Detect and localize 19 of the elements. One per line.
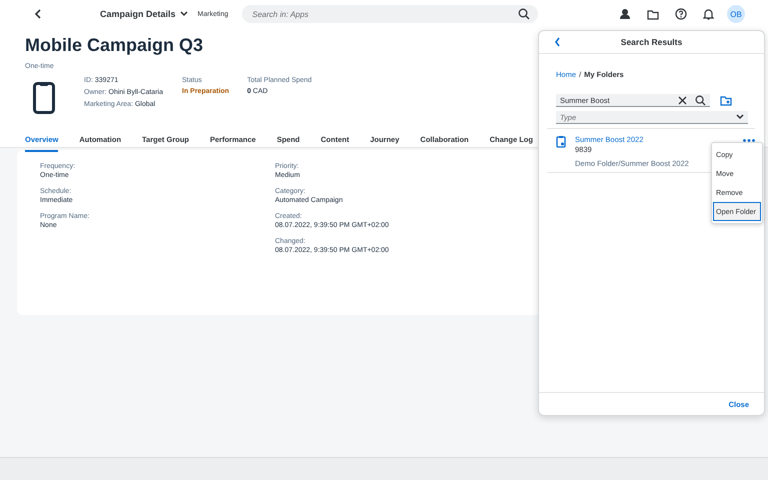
more-icon[interactable] [743,139,755,142]
user-avatar[interactable]: OB [727,5,745,23]
search-icon[interactable] [695,94,706,106]
new-folder-icon[interactable] [720,95,732,106]
help-icon[interactable] [675,8,687,20]
person-icon[interactable] [619,8,631,20]
folder-icon[interactable] [647,8,659,20]
phone-icon [33,82,55,114]
popover-title: Search Results [620,37,682,47]
page-title: Mobile Campaign Q3 [25,35,204,55]
search-icon[interactable] [518,8,530,20]
search-field[interactable]: Search in: Apps [242,5,538,23]
back-icon[interactable] [34,9,42,19]
clear-icon[interactable] [678,96,687,104]
app-title-menu[interactable]: Campaign Details [100,9,188,19]
clipboard-icon [556,135,566,148]
chevron-down-icon[interactable] [180,11,188,17]
bell-icon[interactable] [703,8,714,20]
chevron-down-icon[interactable] [736,114,744,120]
